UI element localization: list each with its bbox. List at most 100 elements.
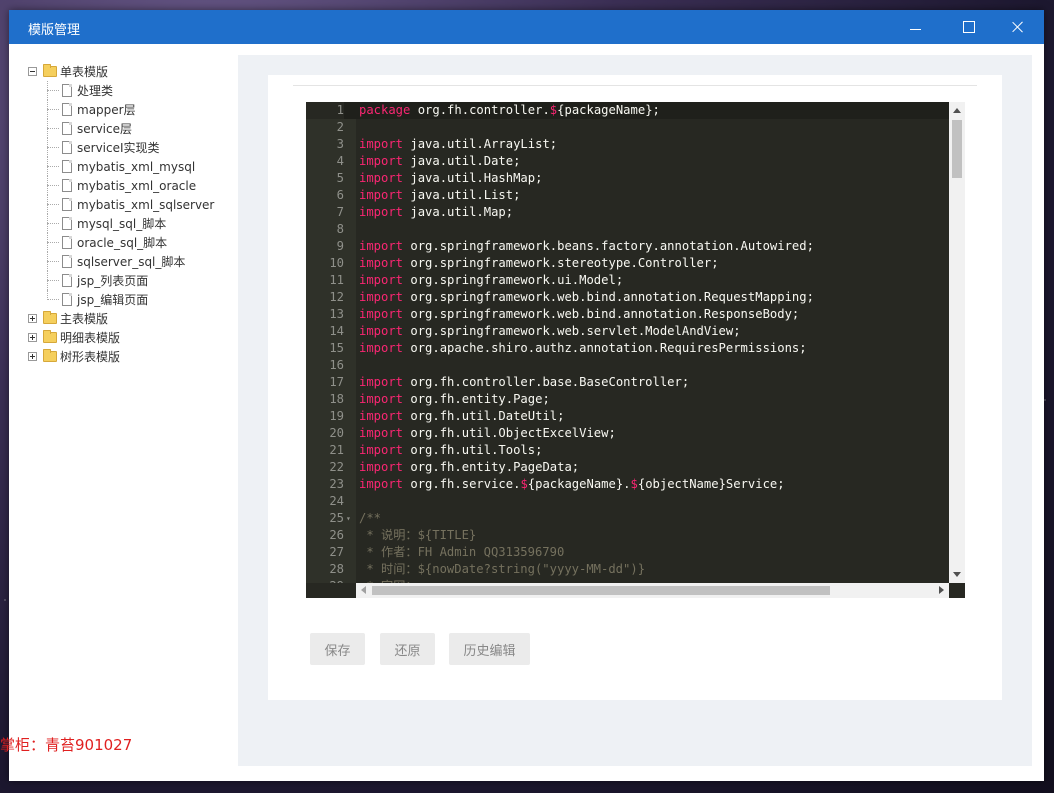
horizontal-scrollbar[interactable] bbox=[356, 583, 949, 598]
tree-leaf-label: oracle_sql_脚本 bbox=[77, 236, 168, 250]
scrollbar-corner bbox=[949, 583, 965, 598]
code-text: import org.fh.controller.base.BaseContro… bbox=[359, 375, 690, 389]
scroll-right-icon[interactable] bbox=[939, 586, 944, 594]
tree-leaf[interactable]: mybatis_xml_oracle bbox=[28, 176, 214, 195]
code-line[interactable]: 2 bbox=[306, 119, 949, 136]
shop-watermark: 掌柜：青苔901027 bbox=[0, 736, 133, 754]
line-number: 7 bbox=[336, 205, 344, 219]
history-edit-button[interactable]: 历史编辑 bbox=[449, 633, 530, 665]
tree-leaf[interactable]: mysql_sql_脚本 bbox=[28, 214, 214, 233]
code-text: * 作者：FH Admin QQ313596790 bbox=[359, 545, 565, 559]
tree-leaf-label: service层 bbox=[77, 122, 132, 136]
tree-leaf[interactable]: serviceI实现类 bbox=[28, 138, 214, 157]
collapse-icon[interactable] bbox=[28, 67, 37, 76]
line-number: 10 bbox=[329, 256, 344, 270]
tree-leaf[interactable]: jsp_列表页面 bbox=[28, 271, 214, 290]
tree-leaf-label: jsp_列表页面 bbox=[77, 274, 149, 288]
tree-leaf[interactable]: sqlserver_sql_脚本 bbox=[28, 252, 214, 271]
code-line[interactable]: 11 import org.springframework.ui.Model; bbox=[306, 272, 949, 289]
line-number: 14 bbox=[329, 324, 344, 338]
expand-icon[interactable] bbox=[28, 314, 37, 323]
code-line[interactable]: 21 import org.fh.util.Tools; bbox=[306, 442, 949, 459]
line-number: 23 bbox=[329, 477, 344, 491]
code-line[interactable]: 26 * 说明：${TITLE} bbox=[306, 527, 949, 544]
code-line[interactable]: 4 import java.util.Date; bbox=[306, 153, 949, 170]
code-text: import org.fh.util.ObjectExcelView; bbox=[359, 426, 616, 440]
line-number: 16 bbox=[329, 358, 344, 372]
expand-icon[interactable] bbox=[28, 333, 37, 342]
main-content: 1 package org.fh.controller.${packageName… bbox=[238, 55, 1032, 766]
line-number: 11 bbox=[329, 273, 344, 287]
panel-divider bbox=[293, 85, 977, 86]
file-icon bbox=[62, 293, 72, 306]
file-icon bbox=[62, 236, 72, 249]
tree-leaf-label: mybatis_xml_oracle bbox=[77, 178, 197, 193]
code-area[interactable]: 1 package org.fh.controller.${packageName… bbox=[306, 102, 949, 583]
code-line[interactable]: 14 import org.springframework.web.servlet… bbox=[306, 323, 949, 340]
code-line[interactable]: 17 import org.fh.controller.base.BaseCont… bbox=[306, 374, 949, 391]
tree-leaf[interactable]: mybatis_xml_mysql bbox=[28, 157, 214, 176]
tree-leaf[interactable]: mapper层 bbox=[28, 100, 214, 119]
code-line[interactable]: 20 import org.fh.util.ObjectExcelView; bbox=[306, 425, 949, 442]
tree-leaf-label: sqlserver_sql_脚本 bbox=[77, 255, 186, 269]
code-line[interactable]: 12 import org.springframework.web.bind.an… bbox=[306, 289, 949, 306]
code-line[interactable]: 5 import java.util.HashMap; bbox=[306, 170, 949, 187]
code-line[interactable]: 8 bbox=[306, 221, 949, 238]
tree-leaf[interactable]: mybatis_xml_sqlserver bbox=[28, 195, 214, 214]
code-text: import org.apache.shiro.authz.annotation… bbox=[359, 341, 807, 355]
close-button[interactable] bbox=[995, 10, 1041, 44]
code-line[interactable]: 13 import org.springframework.web.bind.an… bbox=[306, 306, 949, 323]
code-line[interactable]: 16 bbox=[306, 357, 949, 374]
code-line[interactable]: 22 import org.fh.entity.PageData; bbox=[306, 459, 949, 476]
code-line[interactable]: 23 import org.fh.service.${packageName}.$… bbox=[306, 476, 949, 493]
tree-node[interactable]: 树形表模版 bbox=[28, 347, 214, 366]
code-line[interactable]: 1 package org.fh.controller.${packageName… bbox=[306, 102, 949, 119]
code-editor[interactable]: 1 package org.fh.controller.${packageName… bbox=[306, 102, 965, 598]
template-tree: 单表模版处理类 mapper层 service层 serviceI实现类 mybatis… bbox=[28, 62, 214, 366]
tree-node-label: 树形表模版 bbox=[60, 350, 121, 364]
code-line[interactable]: 9 import org.springframework.beans.factor… bbox=[306, 238, 949, 255]
minimize-button[interactable] bbox=[892, 10, 938, 44]
file-icon bbox=[62, 84, 72, 97]
tree-node[interactable]: 主表模版 bbox=[28, 309, 214, 328]
code-line[interactable]: 3 import java.util.ArrayList; bbox=[306, 136, 949, 153]
code-text: * 时间：${nowDate?string("yyyy-MM-dd")} bbox=[359, 562, 646, 576]
tree-leaf-label: mysql_sql_脚本 bbox=[77, 217, 167, 231]
tree-node-label: 单表模版 bbox=[60, 65, 109, 79]
code-line[interactable]: 27 * 作者：FH Admin QQ313596790 bbox=[306, 544, 949, 561]
vertical-scroll-thumb[interactable] bbox=[952, 120, 962, 178]
code-line[interactable]: 24 bbox=[306, 493, 949, 510]
scroll-up-icon[interactable] bbox=[953, 108, 961, 113]
maximize-button[interactable] bbox=[946, 10, 992, 44]
code-line[interactable]: 19 import org.fh.util.DateUtil; bbox=[306, 408, 949, 425]
code-text: import org.fh.entity.PageData; bbox=[359, 460, 580, 474]
vertical-scrollbar[interactable] bbox=[949, 102, 965, 583]
tree-node[interactable]: 明细表模版 bbox=[28, 328, 214, 347]
line-number: 27 bbox=[329, 545, 344, 559]
restore-button[interactable]: 还原 bbox=[380, 633, 435, 665]
file-icon bbox=[62, 217, 72, 230]
code-line[interactable]: 7 import java.util.Map; bbox=[306, 204, 949, 221]
code-line[interactable]: 25 ▾ /** bbox=[306, 510, 949, 527]
tree-node[interactable]: 单表模版 bbox=[28, 62, 214, 81]
code-line[interactable]: 18 import org.fh.entity.Page; bbox=[306, 391, 949, 408]
tree-leaf[interactable]: service层 bbox=[28, 119, 214, 138]
fold-toggle-icon[interactable]: ▾ bbox=[346, 510, 351, 527]
tree-leaf-label: serviceI实现类 bbox=[77, 141, 160, 155]
code-line[interactable]: 28 * 时间：${nowDate?string("yyyy-MM-dd")} bbox=[306, 561, 949, 578]
horizontal-scroll-thumb[interactable] bbox=[372, 586, 830, 595]
code-line[interactable]: 15 import org.apache.shiro.authz.annotati… bbox=[306, 340, 949, 357]
expand-icon[interactable] bbox=[28, 352, 37, 361]
title-bar[interactable]: 模版管理 bbox=[9, 10, 1044, 44]
scroll-left-icon[interactable] bbox=[361, 586, 366, 594]
save-button[interactable]: 保存 bbox=[310, 633, 365, 665]
tree-leaf-label: jsp_编辑页面 bbox=[77, 293, 149, 307]
tree-leaf[interactable]: 处理类 bbox=[28, 81, 214, 100]
tree-leaf[interactable]: oracle_sql_脚本 bbox=[28, 233, 214, 252]
code-line[interactable]: 10 import org.springframework.stereotype.… bbox=[306, 255, 949, 272]
scroll-down-icon[interactable] bbox=[953, 572, 961, 577]
file-icon bbox=[62, 274, 72, 287]
code-line[interactable]: 6 import java.util.List; bbox=[306, 187, 949, 204]
line-number: 8 bbox=[336, 222, 344, 236]
tree-leaf[interactable]: jsp_编辑页面 bbox=[28, 290, 214, 309]
